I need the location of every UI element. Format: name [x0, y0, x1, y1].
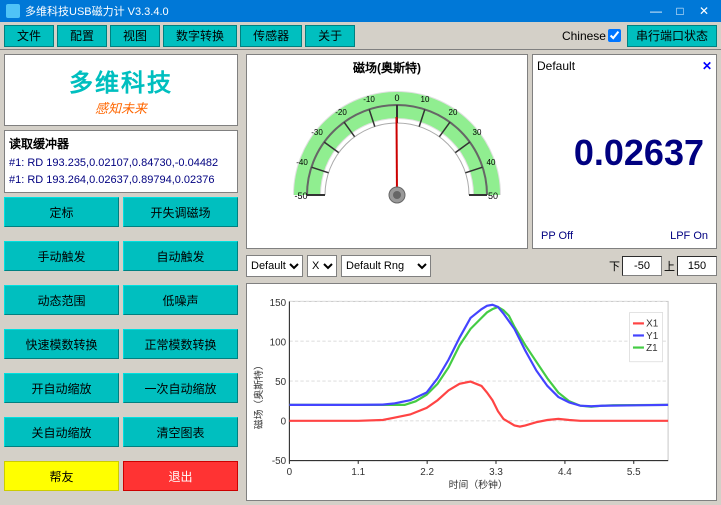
svg-text:1.1: 1.1	[351, 467, 365, 478]
left-panel: 多维科技 感知未来 读取缓冲器 #1: RD 193.235,0.02107,0…	[0, 50, 242, 505]
svg-text:4.4: 4.4	[558, 467, 572, 478]
svg-text:时间（秒钟）: 时间（秒钟）	[449, 478, 508, 491]
auto-scale-button[interactable]: 开自动缩放	[4, 373, 119, 403]
svg-text:0: 0	[287, 467, 293, 478]
display-footer: PP Off LPF On	[537, 228, 712, 244]
menu-about[interactable]: 关于	[305, 25, 355, 47]
main-content: 多维科技 感知未来 读取缓冲器 #1: RD 193.235,0.02107,0…	[0, 50, 721, 505]
app-icon	[6, 4, 20, 18]
menu-right: Chinese 串行端口状态	[562, 25, 717, 47]
svg-text:0: 0	[394, 93, 399, 103]
exit-button[interactable]: 退出	[123, 461, 238, 491]
lpf-status: LPF On	[670, 230, 708, 242]
buffer-title: 读取缓冲器	[9, 135, 233, 152]
range-controls: 下 -50 上 150	[609, 256, 717, 276]
range-down-input[interactable]: -50	[622, 256, 662, 276]
gauge-title: 磁场(奥斯特)	[353, 59, 421, 76]
axis-dropdown[interactable]: X Y Z	[307, 255, 337, 277]
maximize-button[interactable]: □	[669, 2, 691, 20]
display-panel: Default ✕ 0.02637 PP Off LPF On	[532, 54, 717, 249]
low-noise-button[interactable]: 低噪声	[123, 285, 238, 315]
range-up-input[interactable]: 150	[677, 256, 717, 276]
close-auto-scale-button[interactable]: 关自动缩放	[4, 417, 119, 447]
auto-trigger-button[interactable]: 自动触发	[123, 241, 238, 271]
chinese-checkbox[interactable]	[608, 29, 621, 42]
top-right: 磁场(奥斯特)	[246, 54, 717, 249]
chart-svg: 150 100 50 0 -50 0 1.1 2.2 3.3 4.4 5.5	[251, 288, 712, 496]
svg-text:10: 10	[421, 95, 430, 104]
buffer-box: 读取缓冲器 #1: RD 193.235,0.02107,0.84730,-0.…	[4, 130, 238, 193]
menu-digital[interactable]: 数字转换	[163, 25, 237, 47]
display-header: Default ✕	[537, 59, 712, 73]
menu-bar: 文件 配置 视图 数字转换 传感器 关于 Chinese 串行端口状态	[0, 22, 721, 50]
logo-sub: 感知未来	[95, 98, 147, 117]
buffer-line-2: #1: RD 193.264,0.02637,0.89794,0.02376	[9, 172, 233, 189]
open-magnet-button[interactable]: 开失调磁场	[123, 197, 238, 227]
svg-text:-50: -50	[294, 191, 307, 201]
app-title: 多维科技USB磁力计 V3.3.4.0	[25, 3, 169, 19]
controls-row: Default X Y Z Default Rng 下 -50 上 150	[246, 253, 717, 279]
dynamic-range-button[interactable]: 动态范围	[4, 285, 119, 315]
normal-mode-button[interactable]: 正常模数转换	[123, 329, 238, 359]
display-value: 0.02637	[537, 77, 712, 228]
svg-text:磁场（奥斯特）: 磁场（奥斯特）	[252, 360, 265, 429]
close-button[interactable]: ✕	[693, 2, 715, 20]
manual-trigger-button[interactable]: 手动触发	[4, 241, 119, 271]
fast-mode-button[interactable]: 快速模数转换	[4, 329, 119, 359]
svg-text:-30: -30	[311, 128, 323, 137]
svg-text:Y1: Y1	[646, 331, 658, 342]
svg-text:50: 50	[488, 191, 498, 201]
svg-text:3.3: 3.3	[489, 467, 503, 478]
title-bar: 多维科技USB磁力计 V3.3.4.0 — □ ✕	[0, 0, 721, 22]
svg-text:100: 100	[270, 337, 287, 348]
minimize-button[interactable]: —	[645, 2, 667, 20]
buffer-line-1: #1: RD 193.235,0.02107,0.84730,-0.04482	[9, 155, 233, 172]
range-down-label: 下	[609, 258, 620, 274]
range-up-label: 上	[664, 258, 675, 274]
chart-panel: 150 100 50 0 -50 0 1.1 2.2 3.3 4.4 5.5	[246, 283, 717, 501]
svg-text:40: 40	[487, 158, 496, 167]
svg-text:-10: -10	[363, 95, 375, 104]
svg-text:50: 50	[275, 377, 286, 388]
svg-text:-40: -40	[296, 158, 308, 167]
menu-file[interactable]: 文件	[4, 25, 54, 47]
display-channel: Default	[537, 59, 575, 73]
display-close-btn[interactable]: ✕	[702, 59, 712, 73]
svg-text:-50: -50	[272, 456, 287, 467]
svg-text:30: 30	[473, 128, 482, 137]
svg-text:X1: X1	[646, 319, 658, 330]
gauge-panel: 磁场(奥斯特)	[246, 54, 528, 249]
svg-text:2.2: 2.2	[420, 467, 434, 478]
menu-view[interactable]: 视图	[110, 25, 160, 47]
svg-text:5.5: 5.5	[627, 467, 641, 478]
svg-text:-20: -20	[335, 108, 347, 117]
svg-text:20: 20	[449, 108, 458, 117]
menu-config[interactable]: 配置	[57, 25, 107, 47]
range-dropdown[interactable]: Default Rng	[341, 255, 431, 277]
clear-chart-button[interactable]: 清空图表	[123, 417, 238, 447]
chinese-label: Chinese	[562, 29, 606, 43]
calibrate-button[interactable]: 定标	[4, 197, 119, 227]
svg-text:150: 150	[270, 298, 287, 309]
buttons-grid: 定标 开失调磁场 手动触发 自动触发 动态范围 低噪声 快速模数转换 正常模数转…	[4, 197, 238, 501]
help-button[interactable]: 帮友	[4, 461, 119, 491]
one-auto-scale-button[interactable]: 一次自动缩放	[123, 373, 238, 403]
title-bar-controls: — □ ✕	[645, 2, 715, 20]
svg-text:0: 0	[281, 416, 287, 427]
pp-status: PP Off	[541, 230, 573, 242]
title-bar-left: 多维科技USB磁力计 V3.3.4.0	[6, 3, 169, 19]
logo-area: 多维科技 感知未来	[4, 54, 238, 126]
channel-dropdown[interactable]: Default	[246, 255, 303, 277]
gauge-svg: -50 -40 -30 -20	[287, 80, 487, 200]
logo-main: 多维科技	[69, 63, 173, 98]
right-panel: 磁场(奥斯特)	[242, 50, 721, 505]
svg-text:Z1: Z1	[646, 343, 658, 354]
menu-sensor[interactable]: 传感器	[240, 25, 302, 47]
chinese-checkbox-wrap: Chinese	[562, 29, 621, 43]
serial-port-button[interactable]: 串行端口状态	[627, 25, 717, 47]
